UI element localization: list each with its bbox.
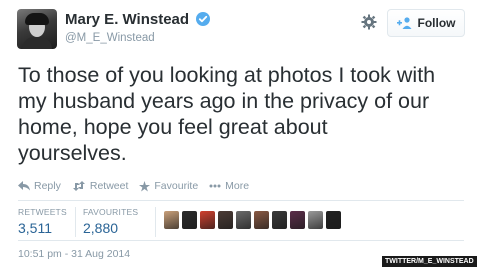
stat-separator (75, 207, 76, 237)
gear-icon[interactable] (361, 14, 377, 30)
favouriters-avatars (164, 211, 341, 229)
verified-badge-icon (196, 12, 211, 26)
retweet-label: Retweet (89, 180, 129, 192)
stat-separator (155, 207, 156, 237)
tweet-text-line: home, hope you feel great about (18, 115, 328, 139)
retweet-action[interactable]: Retweet (72, 180, 129, 192)
avatar-body (22, 37, 52, 49)
star-icon (139, 180, 151, 192)
more-label: More (225, 180, 250, 192)
faver-avatar-icon[interactable] (236, 211, 251, 229)
faver-avatar-icon[interactable] (290, 211, 305, 229)
tweet-text-line: To those of you looking at photos I took… (18, 63, 436, 87)
faver-avatar-icon[interactable] (200, 211, 215, 229)
add-user-icon (396, 17, 411, 29)
avatar-hair (25, 13, 49, 25)
favourites-stat[interactable]: FAVOURITES 2,880 (83, 207, 138, 236)
favourites-label: FAVOURITES (83, 207, 139, 217)
faver-avatar-icon[interactable] (326, 211, 341, 229)
author-name-row[interactable]: Mary E. Winstead (65, 11, 211, 28)
watermark: TWITTER/M_E_WINSTEAD (382, 256, 477, 267)
follow-button[interactable]: Follow (387, 9, 465, 37)
faver-avatar-icon[interactable] (182, 211, 197, 229)
retweets-stat[interactable]: RETWEETS 3,511 (18, 207, 67, 236)
faver-avatar-icon[interactable] (272, 211, 287, 229)
author-name[interactable]: Mary E. Winstead (65, 11, 189, 28)
more-dots-icon (209, 184, 221, 188)
retweets-label: RETWEETS (18, 207, 67, 217)
tweet-timestamp[interactable]: 10:51 pm - 31 Aug 2014 (18, 248, 130, 260)
favourites-count[interactable]: 2,880 (83, 220, 138, 236)
tweet-card: Mary E. Winstead @M_E_Winstead Follow To… (0, 0, 480, 270)
reply-icon (18, 181, 30, 191)
reply-action[interactable]: Reply (18, 180, 61, 192)
tweet-text-line: my husband years ago in the privacy of o… (18, 89, 430, 113)
favourite-action[interactable]: Favourite (139, 180, 198, 192)
tweet-text-line: yourselves. (18, 141, 127, 165)
divider (18, 200, 464, 201)
faver-avatar-icon[interactable] (218, 211, 233, 229)
follow-button-label: Follow (417, 16, 456, 30)
faver-avatar-icon[interactable] (308, 211, 323, 229)
faver-avatar-icon[interactable] (254, 211, 269, 229)
tweet-text: To those of you looking at photos I took… (18, 62, 468, 166)
retweet-icon (72, 181, 85, 191)
tweet-actions: Reply Retweet Favourite More (18, 180, 249, 192)
retweets-count[interactable]: 3,511 (18, 220, 67, 236)
reply-label: Reply (34, 180, 61, 192)
more-action[interactable]: More (209, 180, 249, 192)
favourite-label: Favourite (154, 180, 199, 192)
faver-avatar-icon[interactable] (164, 211, 179, 229)
profile-avatar[interactable] (17, 9, 57, 49)
divider (18, 240, 464, 241)
author-handle[interactable]: @M_E_Winstead (65, 32, 155, 44)
